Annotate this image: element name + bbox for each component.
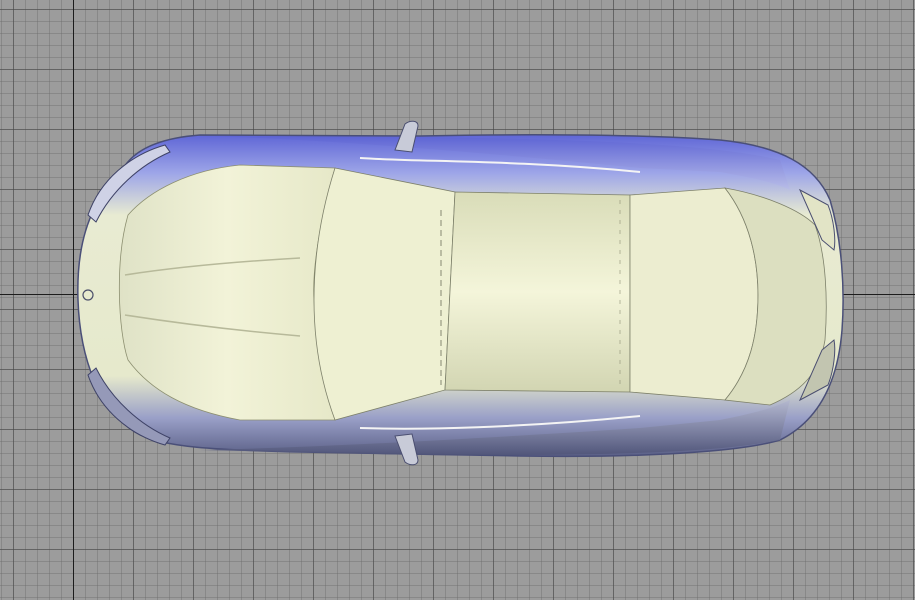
hood-panel: [118, 164, 336, 421]
modeling-viewport[interactable]: [0, 0, 915, 600]
rear-deck: [629, 187, 759, 401]
windshield: [313, 167, 456, 421]
car-model[interactable]: [0, 0, 915, 600]
roof-panel: [444, 191, 631, 393]
